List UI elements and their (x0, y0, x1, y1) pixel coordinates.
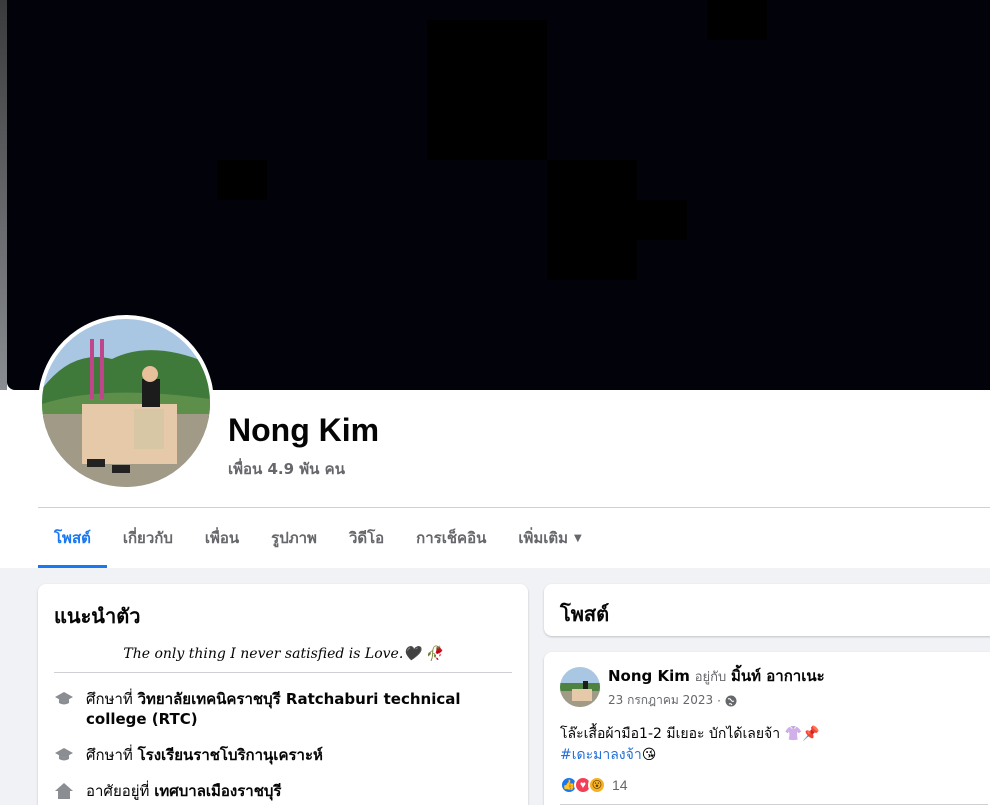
graduation-cap-icon (55, 748, 73, 761)
intro-value-link[interactable]: เทศบาลเมืองราชบุรี (154, 782, 281, 800)
post-author-avatar[interactable] (560, 667, 600, 707)
profile-avatar[interactable] (42, 319, 210, 487)
posts-title: โพสต์ (560, 602, 610, 626)
post-with-label: อยู่กับ (694, 670, 727, 685)
post-hashtag[interactable]: #เดะมาลงจ้า (560, 747, 642, 763)
tab-label: เพิ่มเติม (518, 529, 569, 547)
globe-icon (725, 695, 737, 706)
intro-prefix: ศึกษาที่ (86, 690, 133, 708)
intro-bio: The only thing I never satisfied is Love… (54, 646, 512, 673)
intro-item-education: ศึกษาที่ โรงเรียนราชโบริกานุเคราะห์ (54, 745, 512, 765)
post-tagged-user[interactable]: มิ้นท์ อากาเนะ (731, 667, 825, 685)
tab-label: วิดีโอ (348, 529, 385, 547)
tab-videos[interactable]: วิดีโอ (333, 508, 400, 568)
post-author-name[interactable]: Nong Kim (608, 667, 690, 685)
tab-friends[interactable]: เพื่อน (189, 508, 255, 568)
meta-separator: · (717, 693, 721, 708)
post-author-line: Nong Kim อยู่กับ มิ้นท์ อากาเนะ (608, 664, 825, 688)
graduation-cap-icon (55, 692, 73, 705)
intro-card: แนะนำตัว The only thing I never satisfie… (38, 584, 528, 805)
tab-about[interactable]: เกี่ยวกับ (107, 508, 189, 568)
window-edge-strip (0, 0, 7, 390)
tab-more[interactable]: เพิ่มเติม ▼ (502, 508, 597, 568)
post-header: Nong Kim อยู่กับ มิ้นท์ อากาเนะ 23 กรกฎา… (560, 664, 988, 710)
post-date[interactable]: 23 กรกฎาคม 2023 (608, 691, 713, 710)
intro-value-link[interactable]: วิทยาลัยเทคนิคราชบุรี Ratchaburi technic… (86, 690, 461, 728)
profile-tabs: โพสต์ เกี่ยวกับ เพื่อน รูปภาพ วิดีโอ การ… (38, 508, 598, 568)
intro-item-residence: อาศัยอยู่ที่ เทศบาลเมืองราชบุรี (54, 781, 512, 801)
reaction-count: 14 (612, 777, 628, 793)
wow-reaction-icon: 😮 (588, 776, 606, 794)
intro-title: แนะนำตัว (54, 604, 141, 628)
post-hashtag-emoji: 😘 (641, 747, 657, 763)
tab-label: เพื่อน (204, 529, 240, 547)
post-text-line: โล๊ะเสื้อผ้ามือ1-2 มีเยอะ บักได้เลยจ้า 👚… (560, 726, 820, 742)
intro-value-link[interactable]: โรงเรียนราชโบริกานุเคราะห์ (138, 746, 323, 764)
post-reactions[interactable]: 👍 ♥ 😮 14 (560, 776, 988, 805)
posts-header-card: โพสต์ (544, 584, 990, 636)
tab-posts[interactable]: โพสต์ (38, 508, 107, 568)
post-body: โล๊ะเสื้อผ้ามือ1-2 มีเยอะ บักได้เลยจ้า 👚… (560, 724, 988, 766)
home-icon (55, 783, 73, 799)
tab-checkins[interactable]: การเช็คอิน (400, 508, 502, 568)
tab-label: เกี่ยวกับ (122, 529, 173, 547)
intro-prefix: ศึกษาที่ (86, 746, 133, 764)
intro-prefix: อาศัยอยู่ที่ (86, 782, 150, 800)
tab-label: โพสต์ (54, 529, 91, 547)
post-card: Nong Kim อยู่กับ มิ้นท์ อากาเนะ 23 กรกฎา… (544, 652, 990, 805)
intro-item-education: ศึกษาที่ วิทยาลัยเทคนิคราชบุรี Ratchabur… (54, 689, 512, 729)
profile-name: Nong Kim (228, 412, 380, 448)
post-meta: 23 กรกฎาคม 2023 · (608, 691, 825, 710)
tab-label: รูปภาพ (271, 529, 317, 547)
tab-label: การเช็คอิน (416, 529, 487, 547)
tab-photos[interactable]: รูปภาพ (255, 508, 333, 568)
caret-down-icon: ▼ (574, 532, 582, 544)
friends-count[interactable]: เพื่อน 4.9 พัน คน (228, 457, 345, 481)
